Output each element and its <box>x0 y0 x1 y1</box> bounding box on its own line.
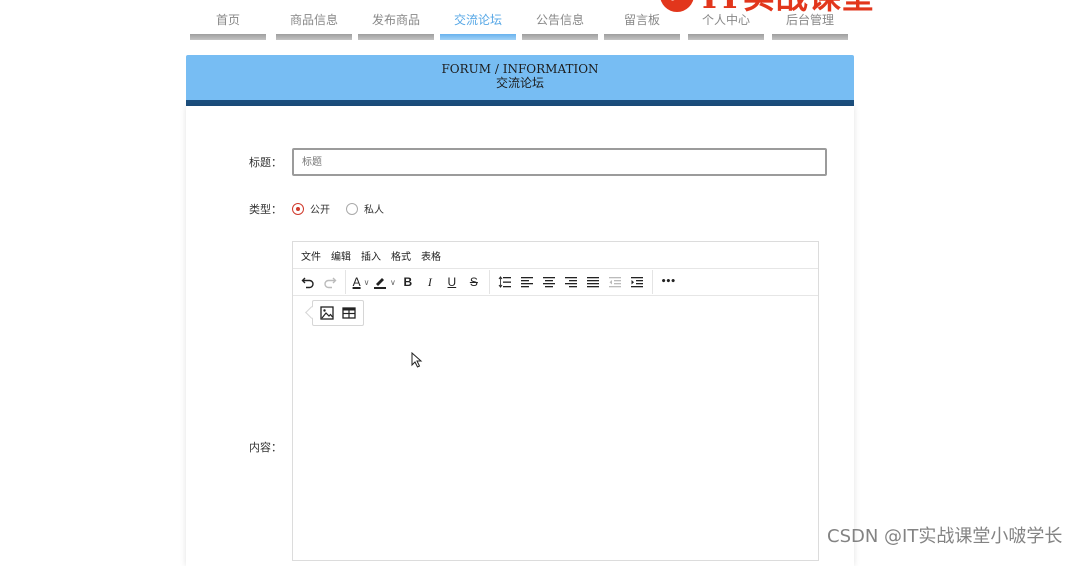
mouse-cursor-icon <box>411 352 423 368</box>
section-banner: FORUM / INFORMATION 交流论坛 <box>186 55 854 106</box>
align-left-icon <box>520 277 533 288</box>
nav-item-products[interactable]: 商品信息 <box>276 12 352 41</box>
align-right-button[interactable] <box>561 272 581 292</box>
italic-button[interactable]: I <box>420 272 440 292</box>
chevron-down-icon: ∨ <box>363 277 370 287</box>
nav-underline <box>604 34 680 40</box>
radio-private[interactable]: 私人 <box>346 201 384 216</box>
radio-label: 公开 <box>310 205 330 216</box>
line-height-button[interactable] <box>495 272 515 292</box>
indent-button[interactable] <box>627 272 647 292</box>
underline-button[interactable]: U <box>442 272 462 292</box>
nav-item-profile[interactable]: 个人中心 <box>688 12 764 41</box>
radio-circle-checked <box>292 202 304 215</box>
banner-title-en: FORUM / INFORMATION <box>441 62 599 76</box>
undo-button[interactable] <box>298 272 318 292</box>
align-left-button[interactable] <box>517 272 537 292</box>
nav-label: 个人中心 <box>701 13 750 27</box>
nav-label: 公告信息 <box>535 13 584 27</box>
image-icon <box>320 306 334 320</box>
outdent-button[interactable] <box>605 272 625 292</box>
align-justify-button[interactable] <box>583 272 603 292</box>
editor-menubar: 文件 编辑 插入 格式 表格 <box>293 242 818 269</box>
text-color-icon: A <box>352 275 361 289</box>
menu-format[interactable]: 格式 <box>391 248 411 263</box>
undo-icon <box>301 277 314 289</box>
text-color-button[interactable]: A ∨ <box>351 272 371 292</box>
nav-item-admin[interactable]: 后台管理 <box>772 12 848 41</box>
nav-item-announcements[interactable]: 公告信息 <box>522 12 598 41</box>
line-height-icon <box>498 276 511 288</box>
align-center-button[interactable] <box>539 272 559 292</box>
nav-label: 后台管理 <box>785 13 834 27</box>
redo-button[interactable] <box>320 272 340 292</box>
brand-logo: IT实战课堂 <box>660 0 875 16</box>
nav-item-message-board[interactable]: 留言板 <box>604 12 680 41</box>
nav-label: 留言板 <box>623 13 660 27</box>
title-label: 标题： <box>249 156 282 169</box>
table-icon <box>342 307 356 319</box>
nav-underline <box>190 34 266 40</box>
nav-label: 首页 <box>215 13 240 27</box>
nav-underline <box>772 34 848 40</box>
strikethrough-button[interactable]: S <box>464 272 484 292</box>
outdent-icon <box>608 277 621 288</box>
nav-underline <box>522 34 598 40</box>
editor-toolbar: A ∨ ∨ B I U S ••• <box>293 269 818 296</box>
radio-label: 私人 <box>364 205 384 216</box>
brand-logo-icon <box>660 0 694 12</box>
banner-title-cn: 交流论坛 <box>495 76 544 90</box>
title-input[interactable] <box>292 148 827 176</box>
radio-circle <box>346 202 358 215</box>
rich-text-editor: 文件 编辑 插入 格式 表格 A ∨ ∨ B I U S ••• <box>292 241 819 561</box>
chevron-down-icon: ∨ <box>390 277 396 287</box>
nav-underline <box>358 34 434 40</box>
type-radio-group: 公开 私人 <box>292 201 400 216</box>
toolbar-divider <box>488 270 490 294</box>
insert-table-button[interactable] <box>342 306 356 320</box>
nav-item-home[interactable]: 首页 <box>190 12 266 41</box>
nav-label: 交流论坛 <box>453 13 502 27</box>
nav-underline <box>688 34 764 40</box>
nav-item-forum[interactable]: 交流论坛 <box>440 12 516 41</box>
nav-underline <box>440 34 516 40</box>
align-justify-icon <box>586 277 599 288</box>
quick-insert-popup <box>312 300 364 326</box>
indent-icon <box>630 277 643 288</box>
nav-label: 商品信息 <box>289 13 338 27</box>
align-right-icon <box>564 277 577 288</box>
nav-label: 发布商品 <box>371 13 420 27</box>
menu-insert[interactable]: 插入 <box>361 248 381 263</box>
menu-file[interactable]: 文件 <box>301 248 321 263</box>
highlighter-icon <box>374 278 386 289</box>
radio-public[interactable]: 公开 <box>292 201 330 216</box>
bold-button[interactable]: B <box>398 272 418 292</box>
nav-item-publish-product[interactable]: 发布商品 <box>358 12 434 41</box>
content-label: 内容： <box>249 441 282 454</box>
insert-image-button[interactable] <box>320 306 334 320</box>
watermark: CSDN @IT实战课堂小啵学长 <box>827 526 1063 547</box>
menu-edit[interactable]: 编辑 <box>331 248 351 263</box>
highlight-color-button[interactable]: ∨ <box>373 272 396 292</box>
redo-icon <box>324 277 337 289</box>
toolbar-divider <box>345 270 346 294</box>
align-center-icon <box>542 277 555 288</box>
type-label: 类型： <box>249 203 282 216</box>
nav-underline <box>276 34 352 40</box>
menu-table[interactable]: 表格 <box>421 248 441 263</box>
toolbar-divider <box>651 270 653 294</box>
more-button[interactable]: ••• <box>658 272 678 292</box>
